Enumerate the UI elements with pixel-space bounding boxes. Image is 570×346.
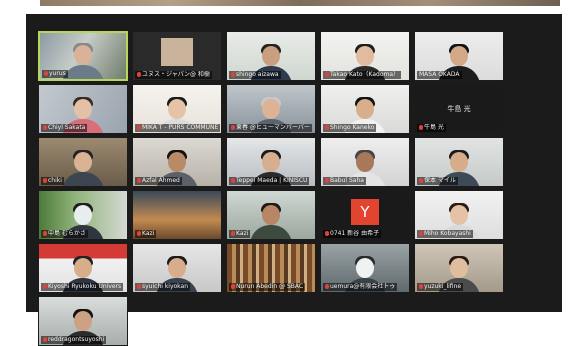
participant-name: 東春 @ヒューマンバーバー (229, 124, 312, 132)
participant-name: Azfal Ahmed (135, 177, 182, 185)
participant-tile[interactable]: Takao Kato（Kadoma） (320, 31, 410, 81)
mic-muted-icon (137, 284, 141, 289)
mic-muted-icon (325, 125, 329, 130)
participant-name: 保本 マイル (417, 177, 458, 185)
mic-muted-icon (43, 284, 47, 289)
participant-name: ユヌス・ジャパン@ 和樹 (135, 71, 212, 79)
participant-tile[interactable]: Teppei Maeda | KINISCU (226, 137, 316, 187)
participant-tile[interactable]: Kazi (226, 190, 316, 240)
mic-muted-icon (419, 125, 423, 130)
participant-name: syuichi kiyokan (135, 283, 191, 291)
mic-muted-icon (43, 178, 47, 183)
mic-muted-icon (43, 337, 47, 342)
mic-muted-icon (325, 72, 329, 77)
background-photo-strip (40, 0, 560, 6)
avatar: Y (351, 199, 379, 225)
participant-tile[interactable]: 保本 マイル (414, 137, 504, 187)
mic-muted-icon (44, 71, 48, 76)
participant-tile[interactable]: 中島 むらかさ (38, 190, 128, 240)
mic-muted-icon (137, 125, 141, 130)
participant-tile[interactable]: Babul Saha (320, 137, 410, 187)
participant-tile[interactable]: chiki (38, 137, 128, 187)
participant-name: Teppei Maeda | KINISCU (229, 177, 310, 185)
participant-tile[interactable]: uemura@有限会社トゥ (320, 243, 410, 293)
participant-tile[interactable]: ユヌス・ジャパン@ 和樹 (132, 31, 222, 81)
participant-name: Takao Kato（Kadoma） (323, 71, 402, 79)
participant-name: Babul Saha (323, 177, 366, 185)
participant-name: Nurun Abedin @ SBAC (229, 283, 306, 291)
participant-tile[interactable]: yurus (38, 31, 128, 81)
participant-tile[interactable]: Miho Kobayashi (414, 190, 504, 240)
participant-name: MIKA T - PURS COMMUNE (135, 124, 221, 132)
participant-tile[interactable]: Chiyl Sakata (38, 84, 128, 134)
mic-muted-icon (43, 125, 47, 130)
participant-tile[interactable]: Y 0741 新谷 由希子 (320, 190, 410, 240)
participant-tile[interactable]: 牛島 光 牛島 光 (414, 84, 504, 134)
participant-tile[interactable]: Nurun Abedin @ SBAC (226, 243, 316, 293)
participant-gallery: yurus ユヌス・ジャパン@ 和樹 shingo aizawa Takao K… (38, 31, 536, 346)
participant-tile[interactable]: Kiyoshi Ryukoku Univers (38, 243, 128, 293)
participant-display-name: 牛島 光 (447, 105, 471, 113)
mic-muted-icon (231, 284, 235, 289)
participant-name: Miho Kobayashi (417, 230, 473, 238)
participant-tile[interactable]: Azfal Ahmed (132, 137, 222, 187)
participant-tile[interactable]: 東春 @ヒューマンバーバー (226, 84, 316, 134)
mic-muted-icon (325, 178, 329, 183)
participant-name: 中島 むらかさ (41, 230, 88, 238)
participant-name: Kiyoshi Ryukoku Univers (41, 283, 124, 291)
participant-tile[interactable]: reddragontsuyoshi (38, 296, 128, 346)
mic-muted-icon (419, 178, 423, 183)
mic-muted-icon (137, 72, 141, 77)
participant-video (248, 199, 294, 239)
mic-muted-icon (137, 231, 141, 236)
mic-muted-icon (231, 72, 235, 77)
participant-name: uemura@有限会社トゥ (323, 283, 398, 291)
participant-tile[interactable]: MASA OKADA (414, 31, 504, 81)
participant-name: shingo aizawa (229, 71, 281, 79)
participant-video (60, 146, 106, 186)
participant-name: 0741 新谷 由希子 (323, 230, 382, 238)
participant-name: chiki (41, 177, 64, 185)
mic-muted-icon (419, 284, 423, 289)
participant-tile[interactable]: Shingo Kaneko (320, 84, 410, 134)
mic-muted-icon (231, 178, 235, 183)
mic-muted-icon (231, 231, 235, 236)
participant-name: Shingo Kaneko (323, 124, 377, 132)
participant-name: Chiyl Sakata (41, 124, 88, 132)
participant-name: MASA OKADA (417, 71, 462, 79)
mic-muted-icon (325, 231, 329, 236)
participant-name: yurus (42, 70, 68, 78)
participant-name: reddragontsuyoshi (41, 336, 107, 344)
participant-tile[interactable]: Kazi (132, 190, 222, 240)
participant-name: Kazi (135, 230, 157, 238)
mic-muted-icon (137, 178, 141, 183)
participant-tile[interactable]: yuzuki_lifine (414, 243, 504, 293)
participant-name: Kazi (229, 230, 251, 238)
participant-tile[interactable]: shingo aizawa (226, 31, 316, 81)
participant-tile[interactable]: syuichi kiyokan (132, 243, 222, 293)
mic-muted-icon (419, 231, 423, 236)
mic-muted-icon (231, 125, 235, 130)
participant-tile[interactable]: MIKA T - PURS COMMUNE (132, 84, 222, 134)
participant-name: yuzuki_lifine (417, 283, 464, 291)
participant-name: 牛島 光 (417, 124, 446, 132)
mic-muted-icon (43, 231, 47, 236)
mic-muted-icon (325, 284, 329, 289)
